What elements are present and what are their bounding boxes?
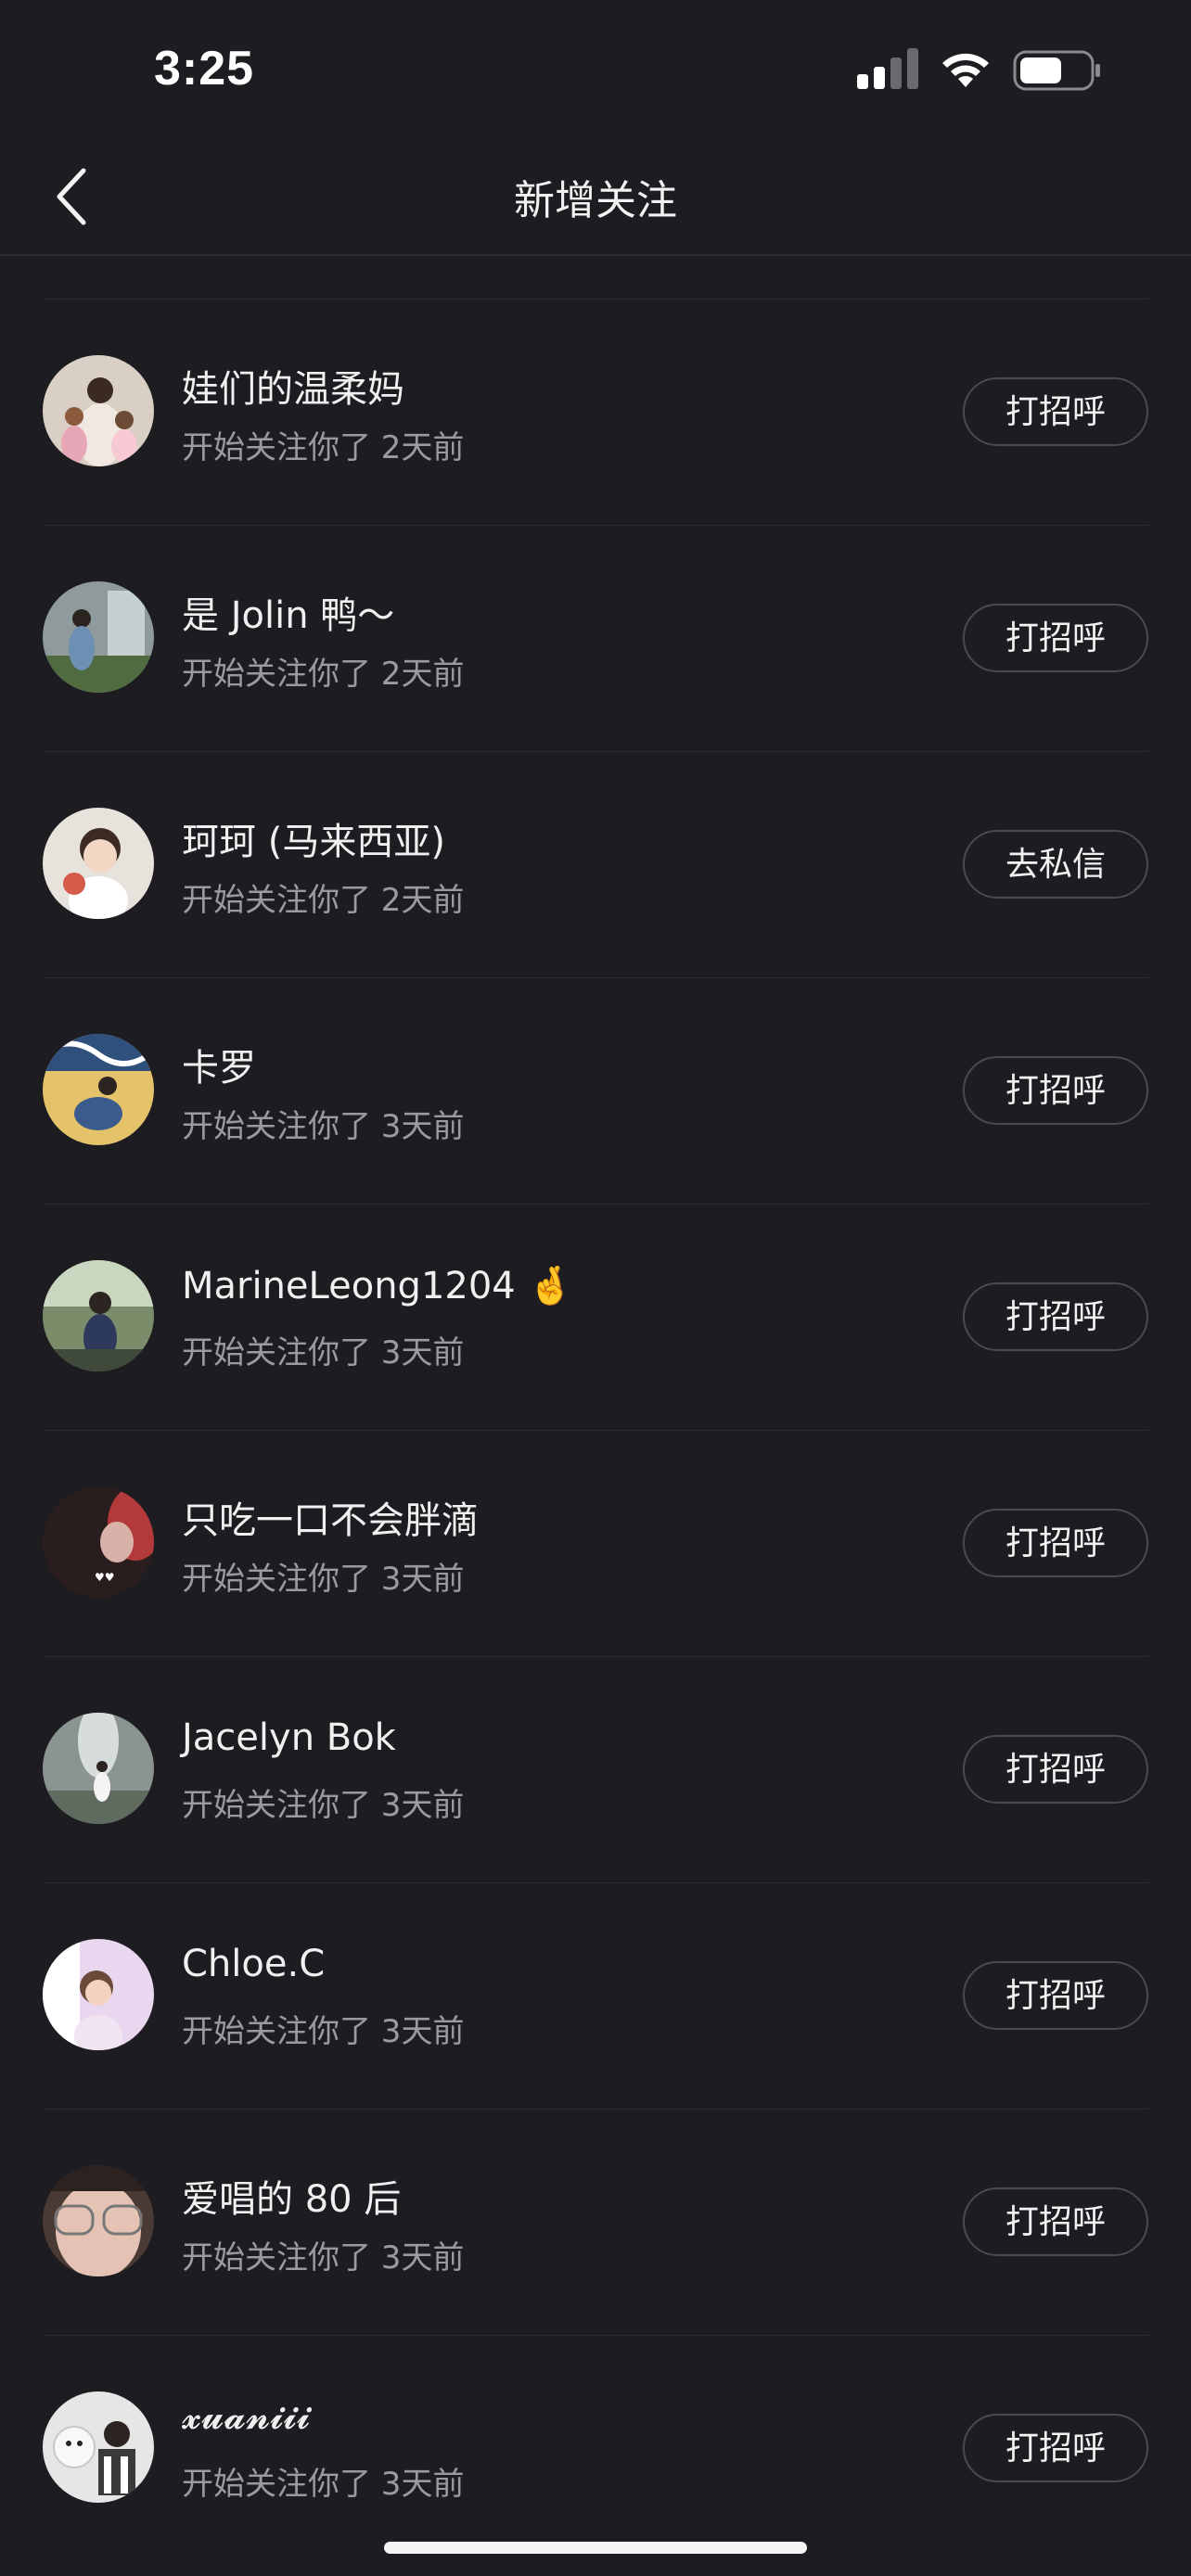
list-item[interactable]: Jacelyn Bok 开始关注你了 3天前 打招呼 [43, 1656, 1148, 1882]
list-item[interactable]: Chloe.C 开始关注你了 3天前 打招呼 [43, 1882, 1148, 2109]
cellular-signal-icon [857, 48, 918, 89]
avatar[interactable] [43, 1713, 154, 1824]
follower-name: 只吃一口不会胖滴 [182, 1499, 479, 1542]
follower-name: Chloe.C [182, 1943, 326, 1985]
greet-button[interactable]: 打招呼 [963, 604, 1148, 672]
follower-name: Jacelyn Bok [182, 1716, 396, 1759]
follow-time: 开始关注你了 3天前 [182, 2013, 465, 2050]
greet-button[interactable]: 打招呼 [963, 377, 1148, 446]
list-item[interactable]: 娃们的温柔妈 开始关注你了 2天前 打招呼 [43, 299, 1148, 525]
page-title: 新增关注 [514, 177, 677, 224]
status-time: 3:25 [154, 42, 255, 96]
follow-time: 开始关注你了 3天前 [182, 1561, 465, 1598]
message-button[interactable]: 去私信 [963, 830, 1148, 899]
follower-name: 𝔁𝓾𝓪𝓷𝓲𝓲𝓲 [182, 2395, 311, 2438]
follow-time: 开始关注你了 2天前 [182, 882, 465, 919]
follower-name: 卡罗 [182, 1047, 256, 1090]
follow-time: 开始关注你了 3天前 [182, 1108, 465, 1145]
follow-time: 开始关注你了 3天前 [182, 2239, 465, 2276]
avatar[interactable] [43, 2165, 154, 2276]
greet-button[interactable]: 打招呼 [963, 1961, 1148, 2030]
avatar[interactable] [43, 1034, 154, 1145]
home-indicator[interactable] [384, 2542, 807, 2554]
list-item[interactable]: ♥♥ 只吃一口不会胖滴 开始关注你了 3天前 打招呼 [43, 1430, 1148, 1656]
followers-list: 娃们的温柔妈 开始关注你了 2天前 打招呼 是 Jolin 鸭～ 开始关注你了 … [0, 299, 1191, 2561]
battery-icon [1013, 50, 1100, 91]
avatar[interactable] [43, 1939, 154, 2050]
avatar[interactable] [43, 355, 154, 466]
list-item[interactable]: 𝔁𝓾𝓪𝓷𝓲𝓲𝓲 开始关注你了 3天前 打招呼 [43, 2335, 1148, 2561]
greet-button[interactable]: 打招呼 [963, 2414, 1148, 2482]
avatar[interactable] [43, 2391, 154, 2503]
avatar[interactable] [43, 808, 154, 919]
follow-time: 开始关注你了 2天前 [182, 429, 465, 466]
list-item[interactable]: 是 Jolin 鸭～ 开始关注你了 2天前 打招呼 [43, 525, 1148, 751]
avatar[interactable]: ♥♥ [43, 1486, 154, 1598]
follow-time: 开始关注你了 3天前 [182, 1787, 465, 1824]
status-bar: 3:25 [0, 0, 1191, 139]
navigation-bar: 新增关注 [0, 139, 1191, 256]
greet-button[interactable]: 打招呼 [963, 1282, 1148, 1351]
avatar[interactable] [43, 581, 154, 693]
list-item[interactable]: MarineLeong1204 🤞 开始关注你了 3天前 打招呼 [43, 1204, 1148, 1430]
follower-name: MarineLeong1204 🤞 [182, 1265, 574, 1307]
list-item[interactable]: 珂珂 (马来西亚) 开始关注你了 2天前 去私信 [43, 751, 1148, 977]
wifi-icon [942, 53, 989, 87]
follow-time: 开始关注你了 3天前 [182, 2466, 465, 2503]
follower-name: 是 Jolin 鸭～ [182, 594, 395, 637]
follow-time: 开始关注你了 3天前 [182, 1334, 465, 1371]
greet-button[interactable]: 打招呼 [963, 2187, 1148, 2256]
list-item[interactable]: 卡罗 开始关注你了 3天前 打招呼 [43, 977, 1148, 1204]
follow-time: 开始关注你了 2天前 [182, 656, 465, 693]
follower-name: 爱唱的 80 后 [182, 2178, 402, 2221]
greet-button[interactable]: 打招呼 [963, 1735, 1148, 1804]
greet-button[interactable]: 打招呼 [963, 1509, 1148, 1577]
list-item[interactable]: 爱唱的 80 后 开始关注你了 3天前 打招呼 [43, 2109, 1148, 2335]
follower-name: 娃们的温柔妈 [182, 368, 404, 411]
svg-text:♥♥: ♥♥ [95, 1571, 115, 1584]
follower-name: 珂珂 (马来西亚) [182, 821, 445, 863]
greet-button[interactable]: 打招呼 [963, 1056, 1148, 1125]
avatar[interactable] [43, 1260, 154, 1371]
